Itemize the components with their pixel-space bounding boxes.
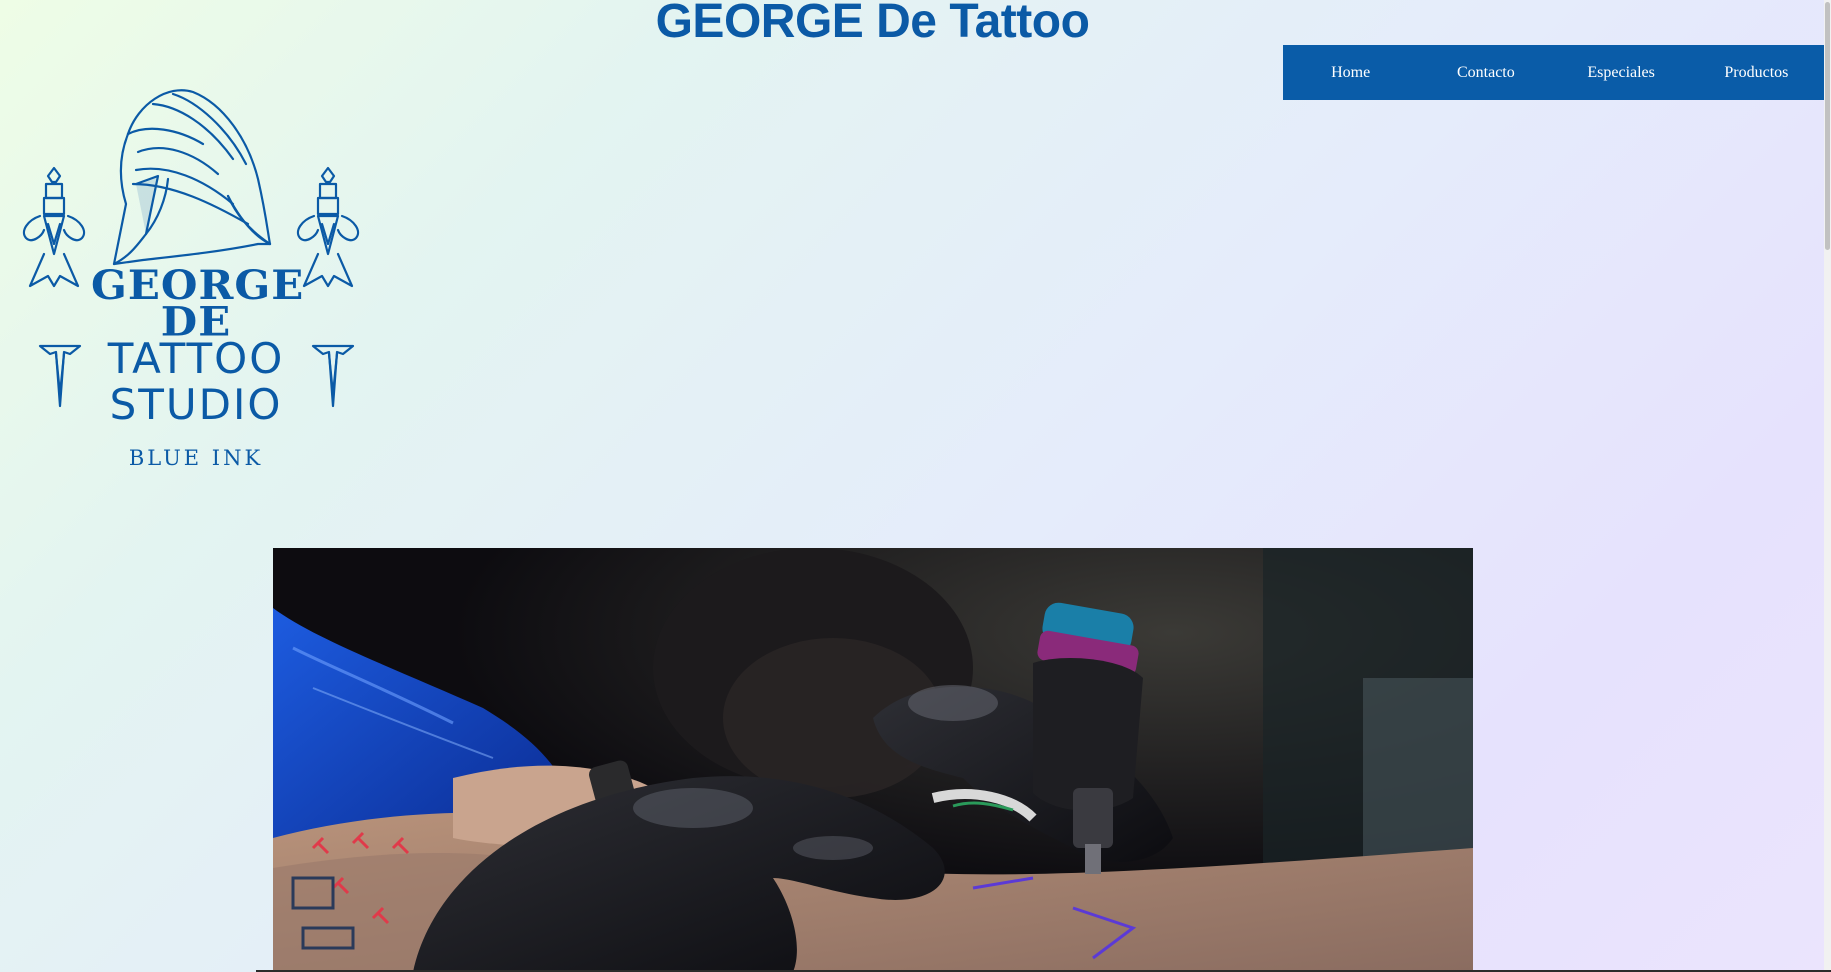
tattoo-artist-photo: [273, 548, 1473, 972]
hero-image: [273, 548, 1473, 972]
logo-studio-text: TATTOO STUDIO: [107, 334, 285, 429]
main-nav: Home Contacto Especiales Productos: [1283, 45, 1824, 100]
scrollbar-thumb[interactable]: [1825, 2, 1830, 250]
nav-contacto[interactable]: Contacto: [1418, 64, 1553, 82]
nav-especiales[interactable]: Especiales: [1554, 64, 1689, 82]
vertical-scrollbar[interactable]: [1824, 0, 1831, 972]
nav-home[interactable]: Home: [1283, 64, 1418, 82]
site-title: GEORGE De Tattoo: [655, 0, 1090, 48]
studio-logo[interactable]: GEORGE DE TATTOO STUDIO BLUE INK: [18, 84, 374, 484]
nav-productos[interactable]: Productos: [1689, 64, 1824, 82]
logo-name: GEORGE DE: [91, 262, 305, 345]
logo-tagline: BLUE INK: [128, 446, 264, 470]
